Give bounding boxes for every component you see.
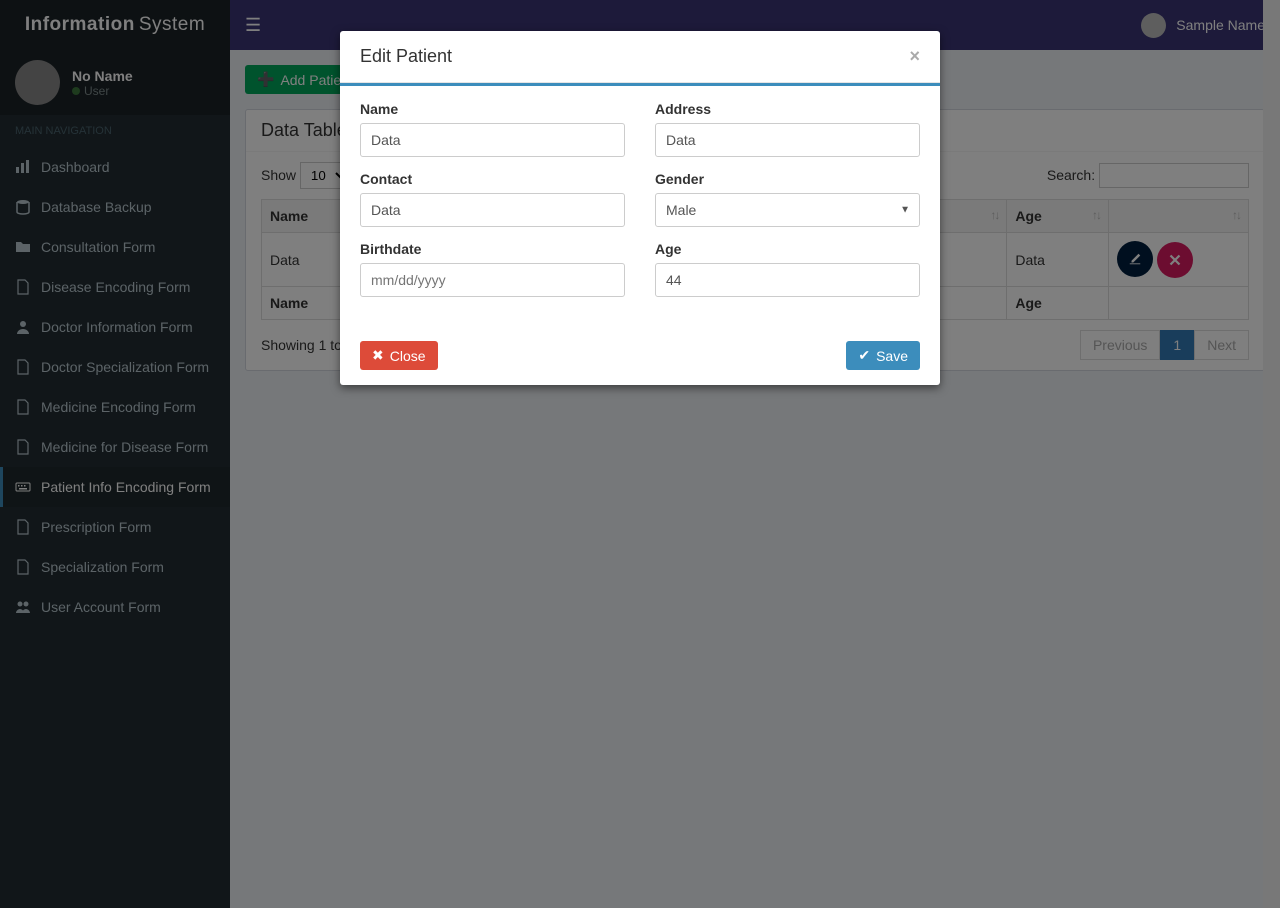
label-birthdate: Birthdate (360, 241, 625, 257)
edit-patient-modal: Edit Patient × Name Address Contact Gend… (340, 31, 940, 385)
close-button[interactable]: ✖ Close (360, 341, 438, 370)
modal-close-button[interactable]: × (909, 46, 920, 67)
label-gender: Gender (655, 171, 920, 187)
check-icon: ✔ (858, 347, 870, 364)
contact-input[interactable] (360, 193, 625, 227)
age-input[interactable] (655, 263, 920, 297)
save-button-label: Save (876, 348, 908, 364)
birthdate-input[interactable] (360, 263, 625, 297)
close-button-label: Close (390, 348, 426, 364)
name-input[interactable] (360, 123, 625, 157)
close-icon: ✖ (372, 347, 384, 364)
modal-title: Edit Patient (360, 46, 452, 67)
save-button[interactable]: ✔ Save (846, 341, 920, 370)
label-contact: Contact (360, 171, 625, 187)
label-age: Age (655, 241, 920, 257)
address-input[interactable] (655, 123, 920, 157)
gender-select[interactable]: Male (655, 193, 920, 227)
label-address: Address (655, 101, 920, 117)
label-name: Name (360, 101, 625, 117)
